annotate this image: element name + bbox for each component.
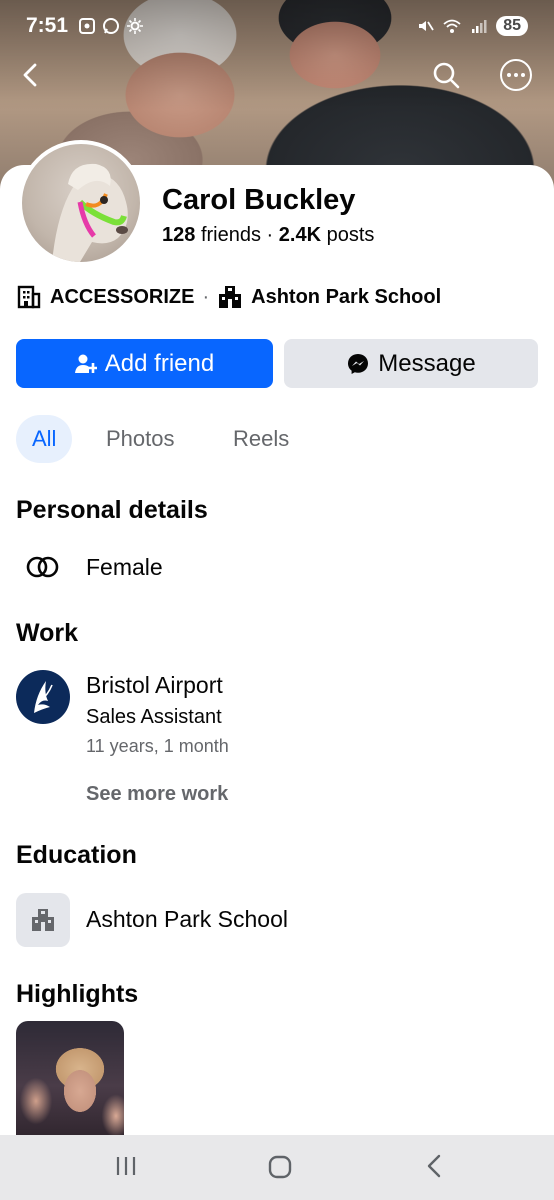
- signal-icon: [472, 20, 487, 33]
- posts-count: 2.4K: [278, 224, 322, 246]
- status-system-icons: 85: [416, 16, 528, 36]
- add-friend-button[interactable]: Add friend: [16, 339, 273, 388]
- highlights-title: Highlights: [16, 980, 139, 1008]
- friends-label[interactable]: friends: [201, 224, 261, 246]
- more-horizontal-icon: [500, 59, 532, 91]
- affiliation-separator: ·: [202, 285, 210, 308]
- pony-photo: [52, 163, 128, 262]
- chevron-left-icon: [23, 63, 37, 87]
- recent-apps-icon[interactable]: [114, 1153, 138, 1179]
- battery-indicator: 85: [496, 16, 528, 36]
- personal-details-title: Personal details: [16, 496, 208, 524]
- school-icon: [219, 286, 242, 308]
- employer-name[interactable]: Bristol Airport: [86, 672, 223, 699]
- profile-avatar[interactable]: [18, 140, 144, 266]
- profile-stats: 128 friends · 2.4K posts: [162, 224, 374, 247]
- messenger-icon: [348, 353, 369, 374]
- back-button[interactable]: [14, 58, 48, 92]
- school-icon: [32, 909, 54, 931]
- add-friend-label: Add friend: [104, 349, 215, 377]
- mute-icon: [419, 21, 434, 31]
- employer-logo[interactable]: [16, 670, 70, 724]
- stats-separator: ·: [266, 224, 274, 246]
- work-title: Work: [16, 619, 79, 647]
- status-notification-icons: [78, 17, 144, 35]
- more-options-button[interactable]: [499, 58, 533, 92]
- affiliation-workplace-label: ACCESSORIZE: [50, 285, 195, 308]
- posts-label: posts: [326, 224, 375, 246]
- tab-reels[interactable]: Reels: [217, 415, 305, 463]
- job-duration: 11 years, 1 month: [86, 736, 229, 756]
- system-nav-bar: [0, 1135, 554, 1200]
- affiliations-row: ACCESSORIZE · Ashton Park School: [16, 284, 441, 310]
- affiliation-workplace[interactable]: ACCESSORIZE: [16, 284, 194, 310]
- status-time: 7:51: [26, 14, 69, 37]
- airport-sail-icon: [34, 681, 53, 713]
- add-person-icon: [74, 354, 97, 373]
- search-button[interactable]: [429, 58, 463, 92]
- gender-value: Female: [86, 554, 163, 580]
- tab-photos[interactable]: Photos: [90, 415, 191, 463]
- profile-name: Carol Buckley: [162, 184, 356, 216]
- whatsapp-icon: [103, 18, 120, 34]
- message-button[interactable]: Message: [284, 339, 538, 388]
- job-position: Sales Assistant: [86, 706, 222, 728]
- highlight-thumbnail[interactable]: [16, 1021, 124, 1151]
- screenshot-icon: [79, 18, 96, 34]
- education-title: Education: [16, 841, 137, 869]
- system-back-icon[interactable]: [424, 1153, 446, 1179]
- tab-all[interactable]: All: [16, 415, 73, 463]
- search-icon: [433, 62, 460, 89]
- affiliation-school[interactable]: Ashton Park School: [217, 284, 441, 310]
- brightness-icon: [127, 18, 144, 34]
- message-label: Message: [378, 349, 476, 377]
- wifi-icon: [443, 19, 461, 33]
- affiliation-school-label: Ashton Park School: [251, 285, 442, 308]
- status-bar: 7:51 85: [0, 0, 554, 52]
- building-icon: [17, 285, 41, 309]
- friends-count[interactable]: 128: [162, 224, 195, 246]
- see-more-work-link[interactable]: See more work: [86, 783, 228, 806]
- home-icon[interactable]: [266, 1153, 294, 1181]
- gender-icon: [26, 556, 59, 578]
- school-icon-tile[interactable]: [16, 893, 70, 947]
- school-name[interactable]: Ashton Park School: [86, 906, 288, 933]
